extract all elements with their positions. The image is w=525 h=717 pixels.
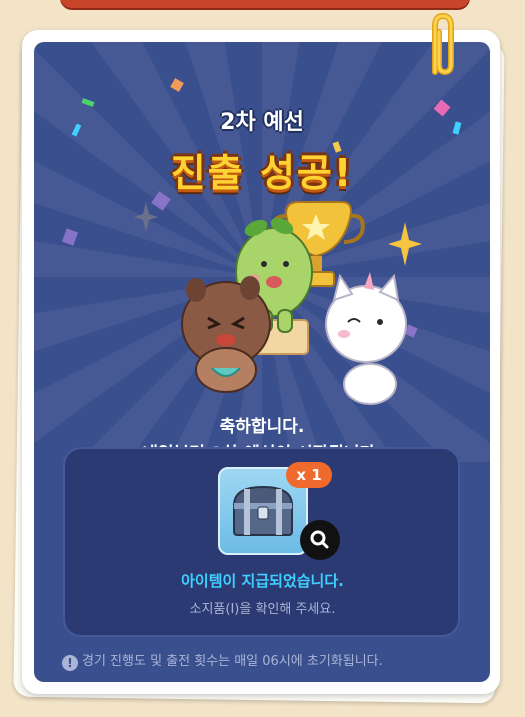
brown-bear-character [181,276,271,393]
item-detail-button[interactable] [300,520,340,560]
item-granted-message: 아이템이 지급되었습니다. [181,572,344,590]
info-icon: ! [62,655,78,671]
round-subtitle: 2차 예선 [220,110,304,135]
header-strip [60,0,470,8]
inventory-hint: 소지품(I)을 확인해 주세요. [189,602,336,617]
sparkle-icon [134,202,158,232]
congrats-line-1: 축하합니다. [219,417,305,437]
magnifier-icon [310,530,329,549]
reset-notice-text: 경기 진행도 및 출전 횟수는 매일 06시에 초기화됩니다. [82,654,383,669]
reset-notice: ! 경기 진행도 및 출전 횟수는 매일 06시에 초기화됩니다. [62,650,472,671]
white-cat-character [325,272,407,405]
paper-clip-icon [432,12,454,76]
item-quantity-badge: x 1 [286,462,332,488]
result-title: 진출 성공! [170,151,354,195]
celebration-illustration [181,201,407,405]
